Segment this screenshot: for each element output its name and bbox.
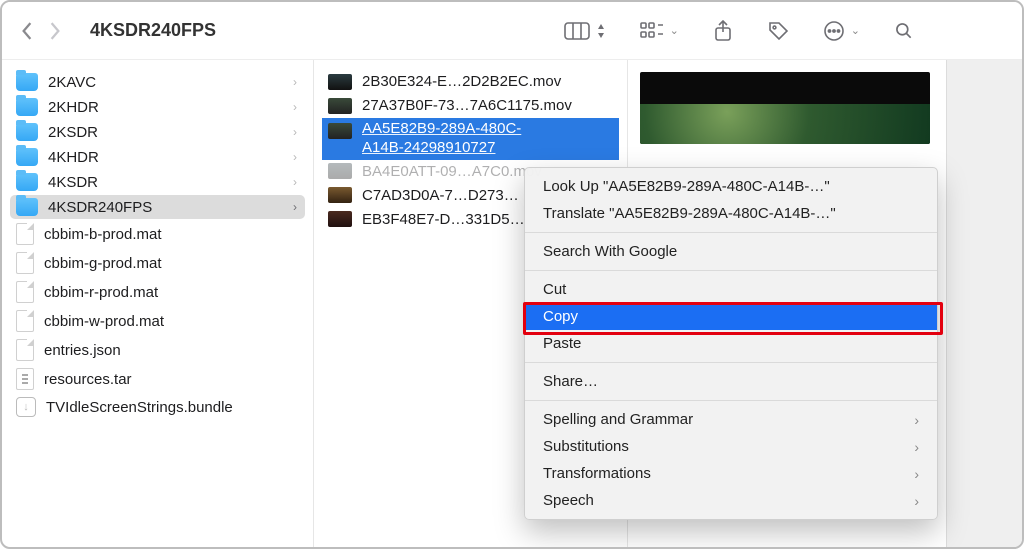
menu-item-transformations[interactable]: Transformations› — [525, 460, 937, 487]
column-1: 2KAVC› 2KHDR› 2KSDR› 4KHDR› 4KSDR› 4KSDR… — [2, 60, 314, 547]
chevron-right-icon: › — [293, 125, 297, 139]
video-icon — [328, 187, 352, 203]
list-item[interactable]: cbbim-w-prod.mat — [10, 307, 305, 335]
video-icon — [328, 123, 352, 139]
menu-item-translate[interactable]: Translate "AA5E82B9-289A-480C-A14B-…" — [525, 200, 937, 227]
toolbar: 4KSDR240FPS ⌄ ⌄ — [2, 2, 1022, 60]
list-item[interactable]: cbbim-r-prod.mat — [10, 278, 305, 306]
sidebar-item-4khdr[interactable]: 4KHDR› — [10, 145, 305, 169]
folder-icon — [16, 73, 38, 91]
file-icon — [16, 252, 34, 274]
list-item-selected[interactable]: AA5E82B9-289A-480C-A14B-24298910727 — [322, 118, 619, 160]
sidebar-item-2kavc[interactable]: 2KAVC› — [10, 70, 305, 94]
filename-label: AA5E82B9-289A-480C-A14B-24298910727 — [362, 120, 521, 158]
list-item[interactable]: TVIdleScreenStrings.bundle — [10, 394, 305, 420]
bundle-icon — [16, 397, 36, 417]
folder-icon — [16, 123, 38, 141]
folder-icon — [16, 198, 38, 216]
back-button[interactable] — [20, 22, 34, 40]
menu-item-share[interactable]: Share… — [525, 368, 937, 395]
view-columns-button[interactable] — [564, 21, 606, 41]
chevron-right-icon: › — [914, 466, 919, 482]
sidebar-item-4ksdr240fps[interactable]: 4KSDR240FPS› — [10, 195, 305, 219]
chevron-right-icon: › — [914, 439, 919, 455]
list-item[interactable]: entries.json — [10, 336, 305, 364]
chevron-right-icon: › — [293, 175, 297, 189]
preview-thumbnail[interactable] — [640, 72, 930, 144]
menu-item-spelling[interactable]: Spelling and Grammar› — [525, 406, 937, 433]
list-item[interactable]: cbbim-b-prod.mat — [10, 220, 305, 248]
video-icon — [328, 98, 352, 114]
list-item[interactable]: 27A37B0F-73…7A6C1175.mov — [322, 94, 619, 117]
menu-item-speech[interactable]: Speech› — [525, 487, 937, 514]
menu-item-cut[interactable]: Cut — [525, 276, 937, 303]
chevron-right-icon: › — [293, 150, 297, 164]
more-actions-button[interactable]: ⌄ — [823, 20, 860, 42]
menu-item-copy[interactable]: Copy — [525, 303, 937, 330]
tags-button[interactable] — [767, 20, 789, 42]
file-icon — [16, 281, 34, 303]
chevron-right-icon: › — [293, 75, 297, 89]
menu-item-search-google[interactable]: Search With Google — [525, 238, 937, 265]
video-icon — [328, 163, 352, 179]
context-menu: Look Up "AA5E82B9-289A-480C-A14B-…" Tran… — [524, 167, 938, 520]
menu-separator — [525, 232, 937, 233]
menu-separator — [525, 400, 937, 401]
chevron-right-icon: › — [914, 412, 919, 428]
menu-separator — [525, 362, 937, 363]
chevron-right-icon: › — [914, 493, 919, 509]
menu-item-lookup[interactable]: Look Up "AA5E82B9-289A-480C-A14B-…" — [525, 173, 937, 200]
group-by-button[interactable]: ⌄ — [640, 21, 679, 41]
video-icon — [328, 211, 352, 227]
list-item[interactable]: cbbim-g-prod.mat — [10, 249, 305, 277]
file-icon — [16, 310, 34, 332]
folder-icon — [16, 173, 38, 191]
video-icon — [328, 74, 352, 90]
chevron-down-icon: ⌄ — [670, 24, 679, 37]
archive-icon — [16, 368, 34, 390]
sidebar-item-2ksdr[interactable]: 2KSDR› — [10, 120, 305, 144]
list-item[interactable]: resources.tar — [10, 365, 305, 393]
folder-icon — [16, 98, 38, 116]
search-button[interactable] — [894, 21, 914, 41]
window-title: 4KSDR240FPS — [90, 20, 216, 41]
file-icon — [16, 223, 34, 245]
menu-separator — [525, 270, 937, 271]
folder-icon — [16, 148, 38, 166]
sidebar-item-2khdr[interactable]: 2KHDR› — [10, 95, 305, 119]
chevron-right-icon: › — [293, 200, 297, 214]
chevron-down-icon: ⌄ — [851, 24, 860, 37]
menu-item-substitutions[interactable]: Substitutions› — [525, 433, 937, 460]
menu-item-paste[interactable]: Paste — [525, 330, 937, 357]
list-item[interactable]: 2B30E324-E…2D2B2EC.mov — [322, 70, 619, 93]
file-icon — [16, 339, 34, 361]
sidebar-item-4ksdr[interactable]: 4KSDR› — [10, 170, 305, 194]
share-button[interactable] — [713, 20, 733, 42]
forward-button[interactable] — [48, 22, 62, 40]
chevron-right-icon: › — [293, 100, 297, 114]
